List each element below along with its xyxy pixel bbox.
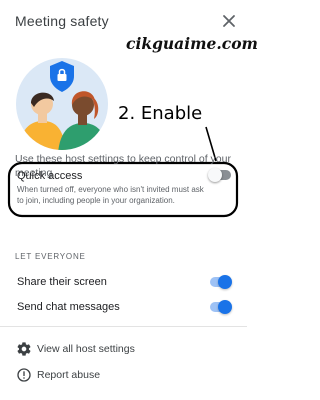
quick-access-help: When turned off, everyone who isn't invi… <box>17 185 204 205</box>
meeting-safety-panel: Meeting safety cikguaime.com 2. Enable U… <box>0 0 258 400</box>
share-screen-label: Share their screen <box>17 276 107 288</box>
view-all-host-settings-label: View all host settings <box>37 343 135 355</box>
send-chat-toggle[interactable] <box>207 300 232 314</box>
share-screen-toggle[interactable] <box>207 275 232 289</box>
watermark-text: cikguaime.com <box>126 34 258 53</box>
toggle-knob <box>208 168 222 182</box>
quick-access-label: Quick access <box>17 170 83 182</box>
report-abuse-item[interactable]: Report abuse <box>0 362 247 388</box>
alert-icon <box>17 368 31 382</box>
panel-title: Meeting safety <box>15 13 109 29</box>
report-abuse-label: Report abuse <box>37 369 101 381</box>
quick-access-toggle[interactable] <box>208 168 232 182</box>
safety-illustration <box>16 58 108 150</box>
divider <box>0 326 247 327</box>
gear-icon <box>17 342 31 356</box>
view-all-host-settings-item[interactable]: View all host settings <box>0 336 247 362</box>
annotation-label: 2. Enable <box>118 103 203 124</box>
toggle-knob <box>218 300 232 314</box>
close-icon[interactable] <box>220 12 238 30</box>
toggle-knob <box>218 275 232 289</box>
send-chat-label: Send chat messages <box>17 301 120 313</box>
let-everyone-section-label: LET EVERYONE <box>15 252 86 261</box>
